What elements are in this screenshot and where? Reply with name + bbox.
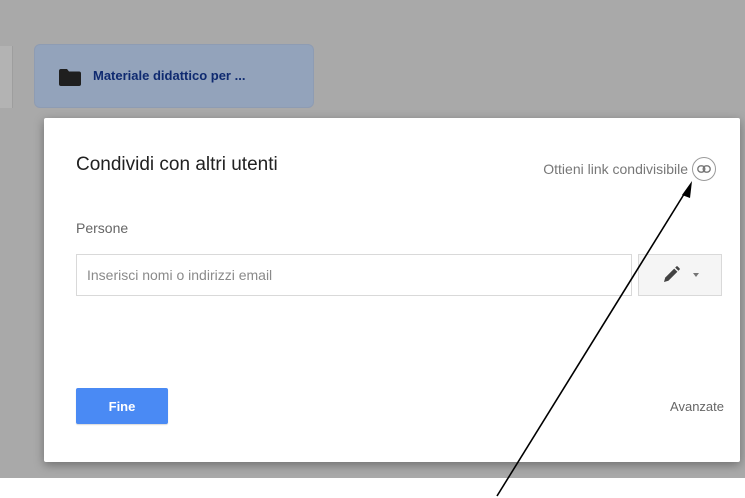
folder-name: Materiale didattico per ... bbox=[93, 68, 246, 83]
dialog-title: Condividi con altri utenti bbox=[76, 154, 278, 175]
get-shareable-link-label[interactable]: Ottieni link condivisibile bbox=[543, 161, 688, 177]
screen: Materiale didattico per ... Condividi co… bbox=[0, 0, 745, 498]
get-shareable-link[interactable]: Ottieni link condivisibile bbox=[543, 156, 716, 182]
left-panel-edge bbox=[0, 46, 13, 108]
link-icon[interactable] bbox=[692, 157, 716, 181]
folder-icon bbox=[59, 69, 81, 86]
people-label: Persone bbox=[76, 220, 129, 236]
permission-dropdown-button[interactable] bbox=[638, 254, 722, 296]
advanced-link[interactable]: Avanzate bbox=[670, 399, 724, 414]
share-dialog: Condividi con altri utenti Ottieni link … bbox=[44, 118, 740, 462]
done-button[interactable]: Fine bbox=[76, 388, 168, 424]
chevron-down-icon bbox=[693, 273, 699, 277]
folder-tile[interactable]: Materiale didattico per ... bbox=[34, 44, 314, 108]
pencil-icon bbox=[664, 266, 680, 282]
people-input[interactable] bbox=[76, 254, 632, 296]
